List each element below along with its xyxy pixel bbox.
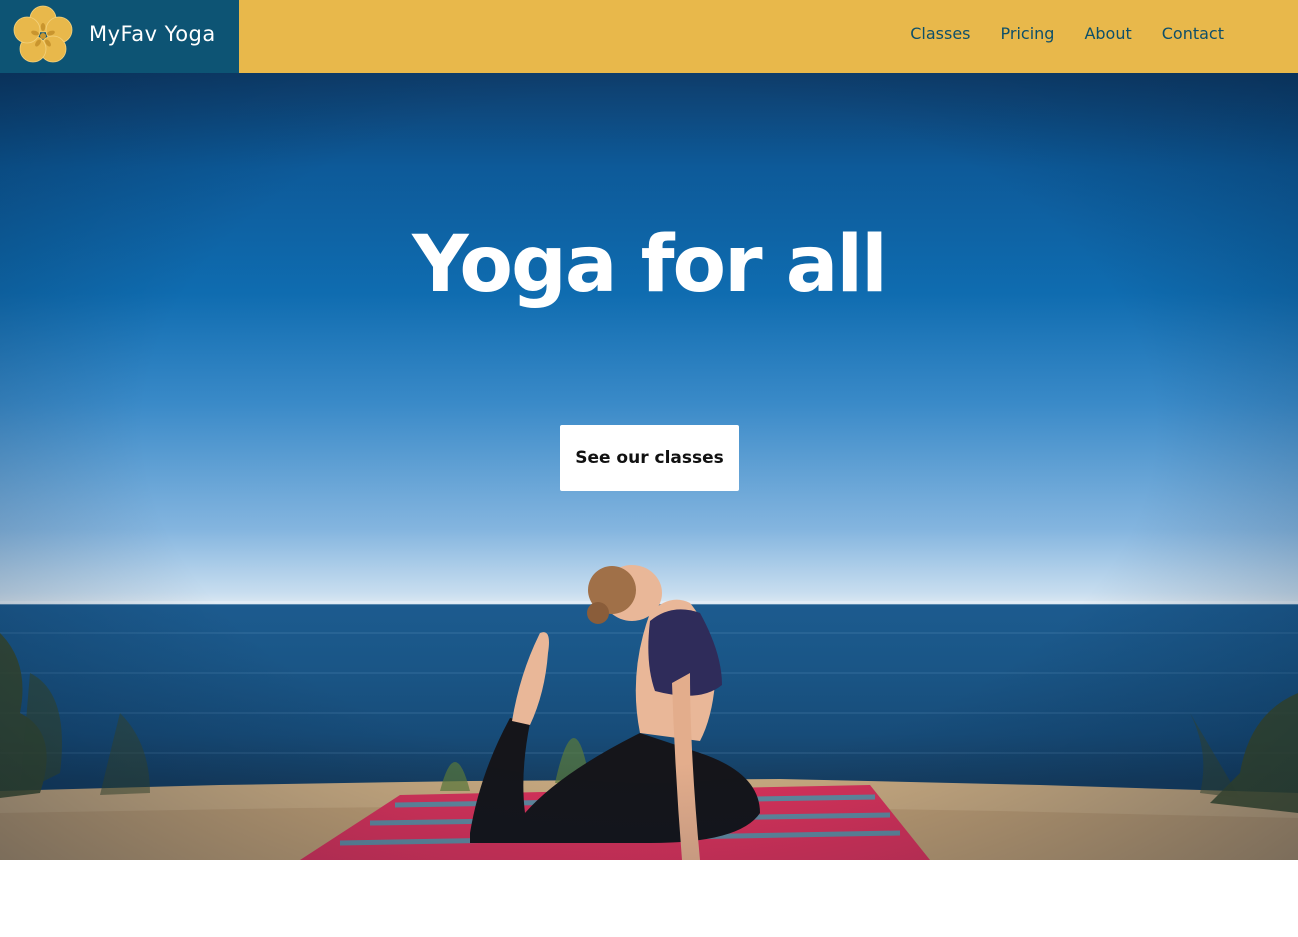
brand-name: MyFav Yoga: [89, 22, 216, 46]
site-header: MyFav Yoga Classes Pricing About Contact: [0, 0, 1298, 73]
flower-icon: [13, 5, 73, 63]
see-classes-button[interactable]: See our classes: [560, 425, 739, 491]
hero-title: Yoga for all: [412, 220, 888, 311]
nav-item-classes[interactable]: Classes: [910, 24, 970, 43]
brand-home-link[interactable]: MyFav Yoga: [0, 0, 239, 73]
nav-item-pricing[interactable]: Pricing: [1001, 24, 1055, 43]
nav-item-contact[interactable]: Contact: [1162, 24, 1224, 43]
page-content-start: [0, 860, 1298, 937]
hero-section: Yoga for all See our classes: [0, 73, 1298, 860]
main-nav: Classes Pricing About Contact: [910, 24, 1224, 43]
nav-item-about[interactable]: About: [1084, 24, 1131, 43]
